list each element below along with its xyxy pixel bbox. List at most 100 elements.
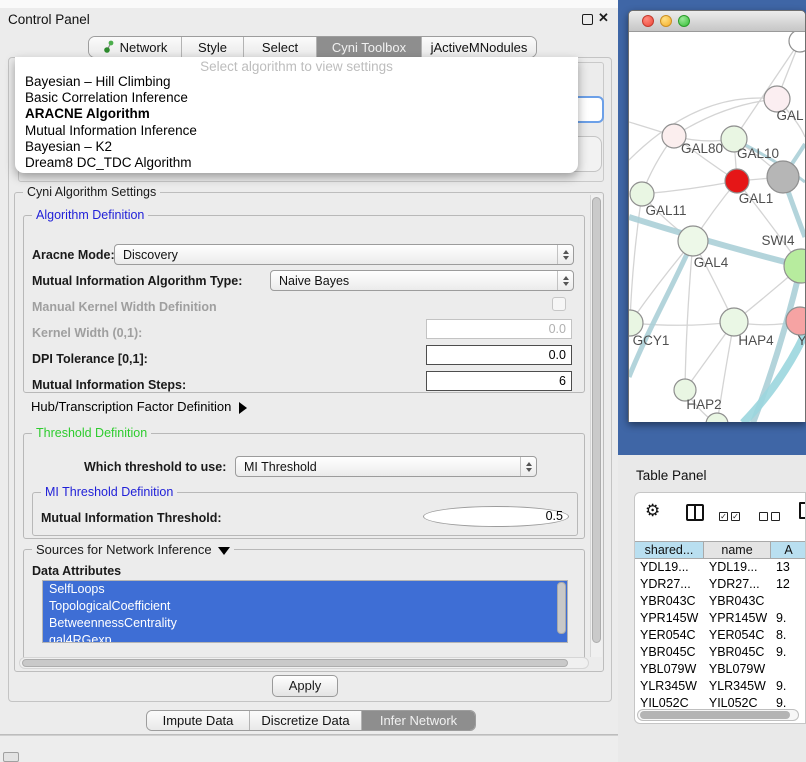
expand-arrow-icon xyxy=(239,402,247,414)
zoom-traffic-light[interactable] xyxy=(678,15,690,27)
data-attributes-list[interactable]: SelfLoopsTopologicalCoefficientBetweenne… xyxy=(42,580,568,643)
sources-title[interactable]: Sources for Network Inference xyxy=(32,542,234,557)
network-edge-highlighted[interactable] xyxy=(629,241,693,377)
scrollbar-thumb[interactable] xyxy=(640,711,790,719)
algorithm-option[interactable]: Bayesian – K2 xyxy=(15,139,578,155)
apply-button[interactable]: Apply xyxy=(272,675,338,697)
network-edge[interactable] xyxy=(630,194,642,323)
bottom-tabstrip: Impute Data Discretize Data Infer Network xyxy=(146,710,476,731)
algorithm-option[interactable]: Mutual Information Inference xyxy=(15,123,578,139)
network-window: GALGAL80GAL10GAL1GAL11GAL4SWI4GCY1HAP4YH… xyxy=(628,10,806,422)
algorithm-option[interactable]: Dream8 DC_TDC Algorithm xyxy=(15,155,578,171)
table-cell: YBL079W xyxy=(635,661,704,678)
node-gray[interactable] xyxy=(767,161,799,193)
list-scrollbar-thumb[interactable] xyxy=(557,582,566,634)
table-cell: 13 xyxy=(771,559,806,576)
table-cell xyxy=(771,593,806,610)
tab-discretize-data[interactable]: Discretize Data xyxy=(249,711,361,730)
node-gal1[interactable] xyxy=(725,169,749,193)
table-cell: YBL079W xyxy=(704,661,771,678)
column-header[interactable]: A xyxy=(771,542,806,558)
network-edge[interactable] xyxy=(630,322,734,325)
manual-kernel-checkbox[interactable] xyxy=(552,297,566,311)
which-threshold-value: MI Threshold xyxy=(236,460,520,474)
hub-definition-toggle[interactable]: Hub/Transcription Factor Definition xyxy=(31,399,247,414)
column-header[interactable]: shared... xyxy=(635,542,704,558)
minimized-panel-icon[interactable] xyxy=(3,752,19,762)
network-canvas[interactable]: GALGAL80GAL10GAL1GAL11GAL4SWI4GCY1HAP4YH… xyxy=(629,32,805,422)
table-row[interactable]: YPR145WYPR145W9. xyxy=(635,610,806,627)
deselect-all-icon[interactable] xyxy=(759,508,783,523)
mi-type-value: Naive Bayes xyxy=(271,274,557,288)
aracne-mode-combo[interactable]: Discovery xyxy=(114,244,574,265)
tab-infer-network[interactable]: Infer Network xyxy=(361,711,475,730)
tab-network[interactable]: Network xyxy=(89,37,181,57)
settings-vertical-scrollbar[interactable] xyxy=(590,195,602,657)
table-cell: 9. xyxy=(771,610,806,627)
node-hap4[interactable] xyxy=(720,308,748,336)
attribute-item[interactable]: TopologicalCoefficient xyxy=(43,598,567,615)
settings-horizontal-scrollbar[interactable] xyxy=(19,657,589,669)
float-window-icon[interactable] xyxy=(582,14,593,25)
minimize-traffic-light[interactable] xyxy=(660,15,672,27)
mi-steps-field[interactable]: 6 xyxy=(426,371,572,391)
network-window-titlebar[interactable] xyxy=(629,11,805,32)
table-row[interactable]: YIL052CYIL052C9. xyxy=(635,695,806,709)
algorithm-option[interactable]: Bayesian – Hill Climbing xyxy=(15,74,578,90)
which-threshold-combo[interactable]: MI Threshold xyxy=(235,456,537,477)
network-edge[interactable] xyxy=(642,181,737,194)
gear-icon[interactable]: ⚙ xyxy=(645,501,660,521)
node-gal1-label: GAL1 xyxy=(739,191,774,206)
split-view-icon[interactable] xyxy=(686,504,704,521)
select-all-icon[interactable]: ✓✓ xyxy=(719,508,743,523)
tab-impute-data[interactable]: Impute Data xyxy=(147,711,249,730)
tab-label: Network xyxy=(120,40,168,55)
collapse-arrow-icon xyxy=(218,547,230,555)
new-table-icon[interactable] xyxy=(799,502,806,519)
mi-threshold-field[interactable]: 0.5 xyxy=(423,506,569,527)
dpi-tolerance-field[interactable]: 0.0 xyxy=(426,345,572,365)
table-row[interactable]: YBR043CYBR043C xyxy=(635,593,806,610)
node-bottom[interactable] xyxy=(706,413,728,422)
tab-style[interactable]: Style xyxy=(181,37,243,57)
column-header[interactable]: name xyxy=(704,542,771,558)
node-swi4-label: SWI4 xyxy=(761,233,794,248)
algorithm-option[interactable]: Basic Correlation Inference xyxy=(15,90,578,106)
tab-label: jActiveMNodules xyxy=(431,40,528,55)
table-row[interactable]: YBR045CYBR045C9. xyxy=(635,644,806,661)
algorithm-option[interactable]: ARACNE Algorithm xyxy=(15,106,578,122)
node-top[interactable] xyxy=(789,32,805,52)
tab-label: Discretize Data xyxy=(261,713,349,728)
which-threshold-label: Which threshold to use: xyxy=(84,460,226,474)
tab-jactivemnodules[interactable]: jActiveMNodules xyxy=(421,37,536,57)
kernel-width-field[interactable]: 0.0 xyxy=(426,319,572,339)
table-cell: YBR043C xyxy=(635,593,704,610)
attribute-item[interactable]: BetweennessCentrality xyxy=(43,615,567,632)
table-horizontal-scrollbar[interactable] xyxy=(637,709,799,721)
bottom-strip xyxy=(0,735,620,762)
node-gal4[interactable] xyxy=(678,226,708,256)
scrollbar-thumb[interactable] xyxy=(22,659,568,667)
network-edge[interactable] xyxy=(685,241,693,390)
attribute-item[interactable]: gal4RGexp xyxy=(43,632,567,643)
control-panel: Control Panel ✕ NetworkStyleSelectCyni T… xyxy=(0,0,620,735)
table-row[interactable]: YBL079WYBL079W xyxy=(635,661,806,678)
table-cell: 9. xyxy=(771,678,806,695)
tab-select[interactable]: Select xyxy=(243,37,316,57)
table-cell: 9. xyxy=(771,644,806,661)
mi-steps-label: Mutual Information Steps: xyxy=(32,378,186,392)
close-icon[interactable]: ✕ xyxy=(598,10,609,26)
table-row[interactable]: YER054CYER054C8. xyxy=(635,627,806,644)
network-graph: GALGAL80GAL10GAL1GAL11GAL4SWI4GCY1HAP4YH… xyxy=(629,32,805,422)
table-row[interactable]: YDL19...YDL19...13 xyxy=(635,559,806,576)
mi-type-combo[interactable]: Naive Bayes xyxy=(270,270,574,291)
attribute-item[interactable]: SelfLoops xyxy=(43,581,567,598)
threshold-definition-group: Threshold Definition Which threshold to … xyxy=(23,433,585,539)
close-traffic-light[interactable] xyxy=(642,15,654,27)
data-attributes-label: Data Attributes xyxy=(32,564,121,578)
table-row[interactable]: YDR27...YDR27...12 xyxy=(635,576,806,593)
table-row[interactable]: YLR345WYLR345W9. xyxy=(635,678,806,695)
stepper-icon xyxy=(557,245,573,264)
tab-cyni-toolbox[interactable]: Cyni Toolbox xyxy=(316,37,421,57)
scrollbar-thumb[interactable] xyxy=(592,197,601,643)
